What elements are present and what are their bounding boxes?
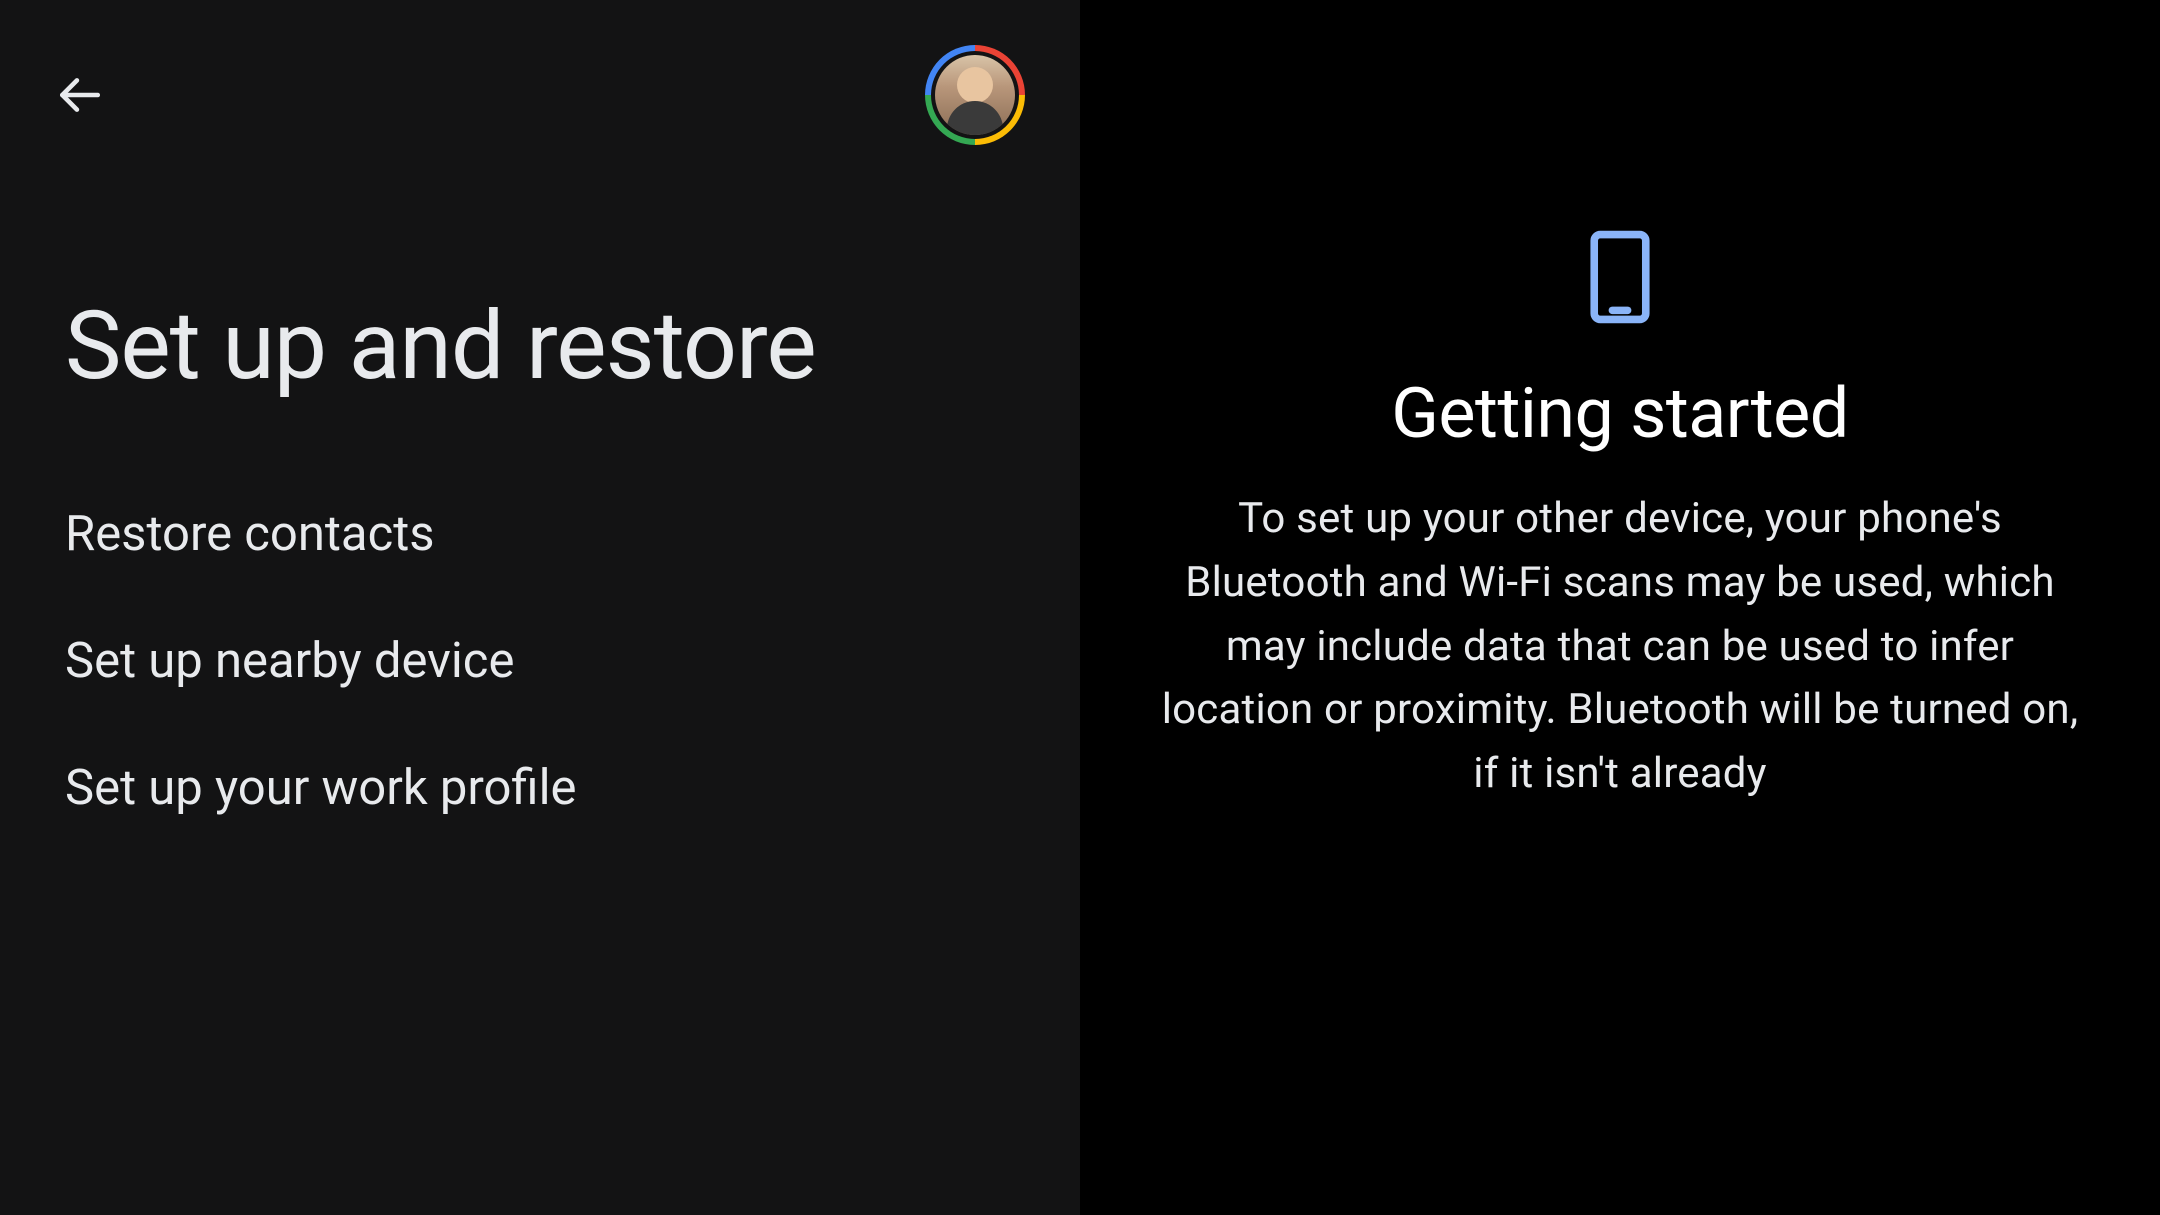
getting-started-title: Getting started [1391, 373, 1848, 455]
avatar-photo [935, 55, 1015, 135]
back-button[interactable] [50, 66, 108, 124]
getting-started-body: To set up your other device, your phone'… [1080, 487, 2160, 806]
right-panel: Getting started To set up your other dev… [1080, 0, 2160, 1215]
menu-item-setup-nearby-device[interactable]: Set up nearby device [65, 597, 1080, 724]
avatar-inner [931, 51, 1019, 139]
left-panel: Set up and restore Restore contacts Set … [0, 0, 1080, 1215]
page-title: Set up and restore [0, 145, 1080, 400]
menu-list: Restore contacts Set up nearby device Se… [0, 400, 1080, 851]
menu-item-restore-contacts[interactable]: Restore contacts [65, 505, 1080, 597]
back-arrow-icon [54, 70, 104, 120]
header-row [0, 0, 1080, 145]
menu-item-setup-work-profile[interactable]: Set up your work profile [65, 724, 1080, 851]
phone-icon [1589, 230, 1651, 328]
account-avatar[interactable] [925, 45, 1025, 145]
